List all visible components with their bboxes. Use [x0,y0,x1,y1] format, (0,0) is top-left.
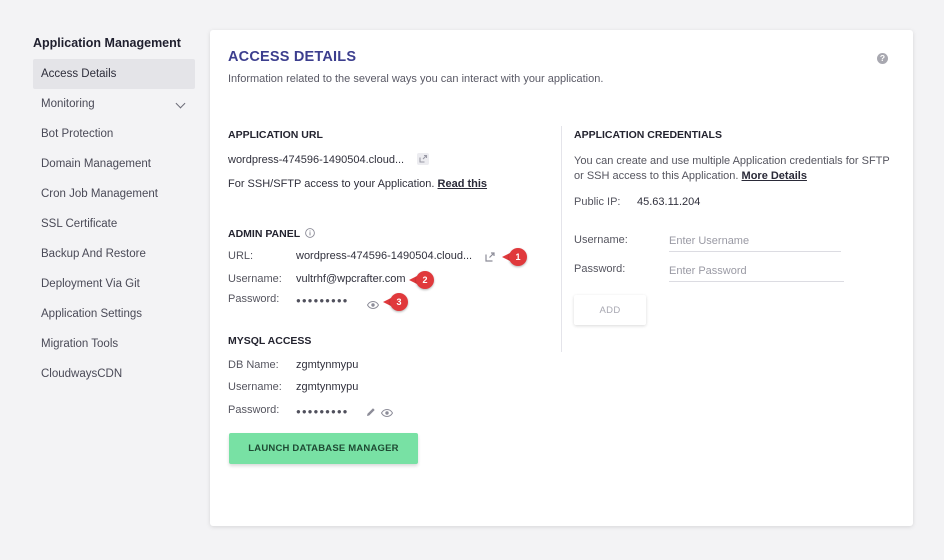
credentials-password-input[interactable] [669,262,844,282]
sidebar-item-ssl-certificate[interactable]: SSL Certificate [33,209,195,239]
access-details-card: ACCESS DETAILS Information related to th… [210,30,913,526]
credentials-username-input[interactable] [669,232,841,252]
db-name-value: zgmtynmypu [296,359,359,371]
admin-password-label: Password: [228,293,280,305]
mysql-access-heading: MYSQL ACCESS [228,335,312,347]
db-username-label: Username: [228,381,282,393]
annotation-badge-3: 3 [383,293,408,311]
info-icon [305,228,315,238]
sidebar-item-cloudwayscdn[interactable]: CloudwaysCDN [33,359,195,389]
annotation-badge-1: 1 [502,248,527,266]
external-link-icon[interactable] [417,153,429,165]
application-url-value[interactable]: wordpress-474596-1490504.cloud... [228,154,404,166]
add-credentials-button[interactable]: ADD [574,295,646,325]
help-icon[interactable]: ? [877,53,888,64]
launch-database-manager-button[interactable]: LAUNCH DATABASE MANAGER [229,433,418,464]
chevron-down-icon [175,98,186,109]
db-username-value: zgmtynmypu [296,381,359,393]
more-details-link[interactable]: More Details [742,170,807,182]
admin-url-value[interactable]: wordpress-474596-1490504.cloud... [296,250,472,262]
db-password-value: ●●●●●●●●● [296,407,349,416]
credentials-description-line1: You can create and use multiple Applicat… [574,155,890,167]
sidebar-title: Application Management [33,36,181,50]
sidebar-item-access-details[interactable]: Access Details [33,59,195,89]
ssh-note: For SSH/SFTP access to your Application.… [228,178,488,190]
credentials-description-line2: or SSH access to this Application. More … [574,170,807,182]
sidebar-item-label: Monitoring [41,98,95,110]
annotation-badge-2: 2 [409,271,434,289]
external-link-icon[interactable] [484,251,496,263]
db-password-label: Password: [228,404,280,416]
admin-username-label: Username: [228,273,282,285]
public-ip-label: Public IP: [574,196,621,208]
page-subtitle: Information related to the several ways … [228,73,604,85]
admin-username-value: vultrhf@wpcrafter.com [296,273,406,285]
sidebar-item-bot-protection[interactable]: Bot Protection [33,119,195,149]
pencil-icon[interactable] [366,407,376,417]
public-ip-value: 45.63.11.204 [637,196,701,208]
admin-password-value: ●●●●●●●●● [296,296,349,305]
application-credentials-heading: APPLICATION CREDENTIALS [574,129,722,141]
sidebar-item-backup-and-restore[interactable]: Backup And Restore [33,239,195,269]
eye-icon[interactable] [367,301,379,309]
credentials-password-label: Password: [574,263,626,275]
admin-url-label: URL: [228,250,254,262]
sidebar-item-application-settings[interactable]: Application Settings [33,299,195,329]
sidebar-item-deployment-via-git[interactable]: Deployment Via Git [33,269,195,299]
read-this-link[interactable]: Read this [438,178,488,190]
sidebar: Application Management Access Details Mo… [33,36,195,389]
application-url-heading: APPLICATION URL [228,129,323,141]
sidebar-item-migration-tools[interactable]: Migration Tools [33,329,195,359]
sidebar-item-domain-management[interactable]: Domain Management [33,149,195,179]
db-name-label: DB Name: [228,359,279,371]
sidebar-item-monitoring[interactable]: Monitoring [33,89,195,119]
credentials-username-label: Username: [574,234,628,246]
page-title: ACCESS DETAILS [228,49,357,65]
column-divider [561,126,562,352]
admin-panel-heading: ADMIN PANEL [228,228,315,240]
eye-icon[interactable] [381,409,393,417]
sidebar-item-cron-job-management[interactable]: Cron Job Management [33,179,195,209]
